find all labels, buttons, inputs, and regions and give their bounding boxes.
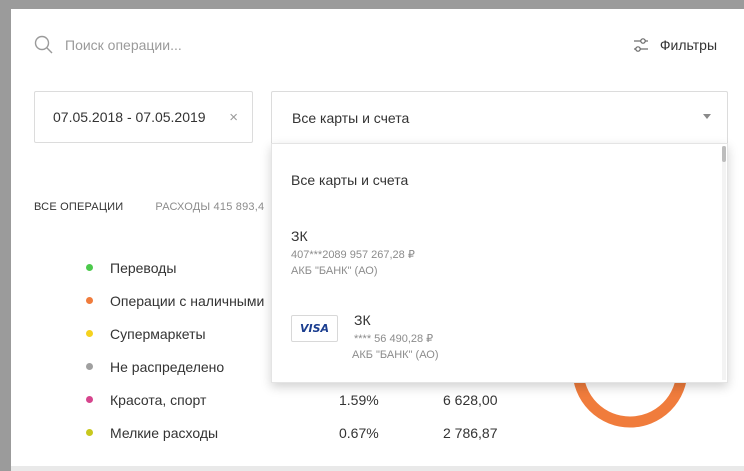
search-icon bbox=[34, 35, 53, 54]
category-dot bbox=[86, 330, 93, 337]
category-dot bbox=[86, 363, 93, 370]
window-frame-left bbox=[0, 0, 11, 471]
search-row: Фильтры bbox=[34, 32, 724, 58]
account-number-balance: 407***2089 957 267,28 ₽ bbox=[291, 249, 415, 261]
category-name: Супермаркеты bbox=[110, 326, 206, 342]
tab-all-operations[interactable]: ВСЕ ОПЕРАЦИИ bbox=[34, 201, 123, 213]
category-dot bbox=[86, 297, 93, 304]
category-dot bbox=[86, 396, 93, 403]
clear-date-icon[interactable]: × bbox=[229, 109, 238, 126]
category-percent: 1.59% bbox=[339, 392, 379, 408]
card-bank: АКБ "БАНК" (АО) bbox=[352, 349, 439, 361]
category-name: Красота, спорт bbox=[110, 392, 207, 408]
category-name: Мелкие расходы bbox=[110, 425, 219, 441]
date-range-value: 07.05.2018 - 07.05.2019 bbox=[53, 109, 206, 125]
account-select-value: Все карты и счета bbox=[292, 109, 410, 126]
account-title: ЗК bbox=[291, 228, 308, 244]
category-name: Не распределено bbox=[110, 359, 225, 375]
card-number-balance: **** 56 490,28 ₽ bbox=[354, 333, 434, 345]
category-percent: 0.67% bbox=[339, 425, 379, 441]
category-dot bbox=[86, 429, 93, 436]
category-sum: 2 786,87 bbox=[443, 425, 498, 441]
tab-expenses[interactable]: РАСХОДЫ 415 893,4 bbox=[155, 201, 264, 213]
dropdown-option-all[interactable]: Все карты и счета bbox=[291, 172, 727, 188]
card-title: ЗК bbox=[354, 312, 371, 328]
category-dot bbox=[86, 264, 93, 271]
account-dropdown: Все карты и счета ЗК 407***2089 957 267,… bbox=[271, 143, 728, 383]
account-bank: АКБ "БАНК" (АО) bbox=[291, 265, 378, 277]
date-range-field[interactable]: 07.05.2018 - 07.05.2019 × bbox=[34, 91, 253, 143]
filters-label: Фильтры bbox=[659, 37, 717, 53]
account-select[interactable]: Все карты и счета bbox=[271, 91, 728, 143]
filters-button[interactable]: Фильтры bbox=[632, 33, 717, 57]
dropdown-option-card[interactable]: ЗК **** 56 490,28 ₽ АКБ "БАНК" (АО) bbox=[272, 304, 722, 374]
dropdown-option-account[interactable]: ЗК 407***2089 957 267,28 ₽ АКБ "БАНК" (А… bbox=[272, 224, 722, 284]
window-frame-bottom bbox=[11, 466, 744, 471]
window-frame-top bbox=[0, 0, 744, 9]
dropdown-scrollbar-thumb[interactable] bbox=[722, 146, 726, 162]
sliders-icon bbox=[633, 38, 648, 52]
operations-tabs: ВСЕ ОПЕРАЦИИ РАСХОДЫ 415 893,4 bbox=[34, 201, 264, 213]
category-name: Переводы bbox=[110, 260, 177, 276]
category-name: Операции с наличными bbox=[110, 293, 265, 309]
caret-down-icon bbox=[703, 114, 711, 119]
visa-logo-icon: VISA bbox=[291, 315, 338, 342]
category-sum: 6 628,00 bbox=[443, 392, 498, 408]
search-input[interactable] bbox=[65, 33, 385, 57]
